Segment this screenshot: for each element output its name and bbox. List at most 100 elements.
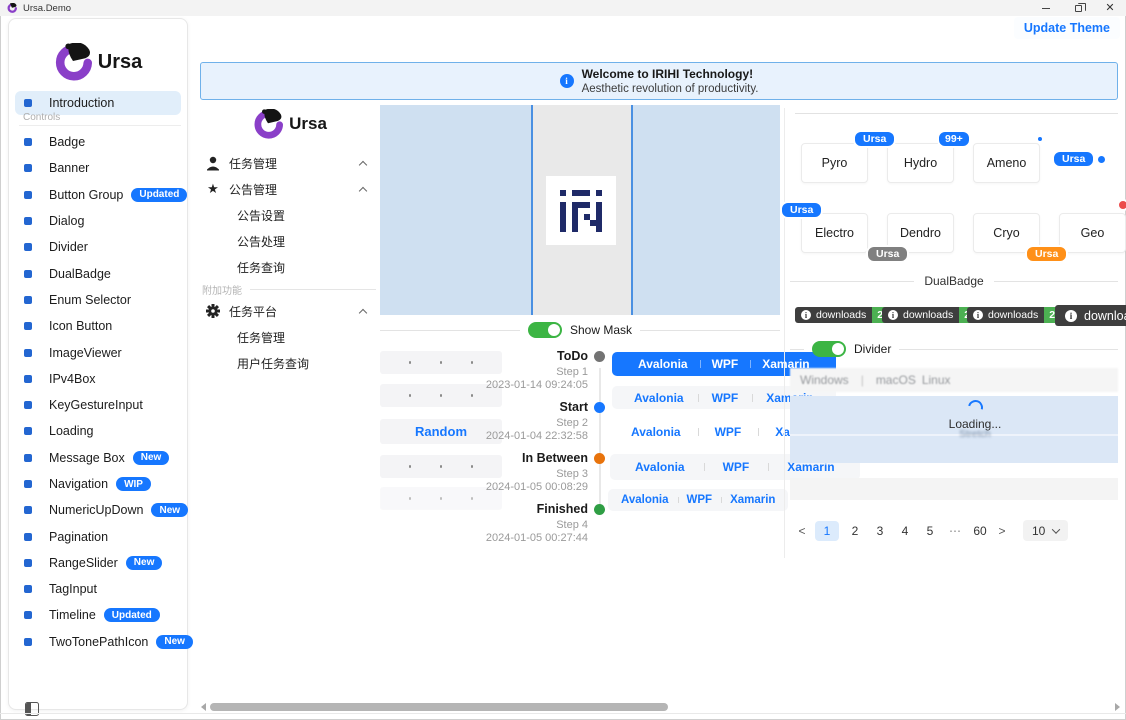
menu-item-user-task-query[interactable]: 用户任务查询: [200, 350, 380, 376]
sidebar-item[interactable]: Icon Button: [9, 313, 189, 339]
menu-item-label: 用户任务查询: [237, 355, 309, 372]
window-title: Ursa.Demo: [23, 3, 71, 14]
bullet-icon: [24, 480, 32, 488]
sidebar-item[interactable]: ImageViewer: [9, 339, 189, 365]
sidebar-item[interactable]: Banner: [9, 155, 189, 181]
button-wpf[interactable]: WPF: [678, 494, 722, 506]
sidebar-item[interactable]: Loading: [9, 418, 189, 444]
sidebar-item[interactable]: Badge: [9, 129, 189, 155]
card-label: Dendro: [900, 226, 941, 240]
sidebar-item[interactable]: TwoTonePathIcon New: [9, 629, 189, 655]
divider-toggle[interactable]: [812, 341, 846, 357]
timeline-status: Finished: [470, 502, 588, 517]
image-viewer[interactable]: [380, 105, 780, 315]
button-avalonia[interactable]: Avalonia: [614, 425, 698, 439]
dual-badge-label: downloads: [816, 309, 866, 321]
show-mask-label: Show Mask: [570, 323, 632, 337]
horizontal-scrollbar-thumb[interactable]: [210, 703, 668, 711]
button-wpf[interactable]: WPF: [700, 357, 751, 371]
button-xamarin[interactable]: Xamarin: [721, 494, 784, 506]
button-avalonia[interactable]: Avalonia: [616, 460, 704, 474]
page-4[interactable]: 4: [896, 521, 914, 541]
sidebar-item[interactable]: Enum Selector: [9, 287, 189, 313]
sidebar-item[interactable]: Divider: [9, 234, 189, 260]
sidebar-item[interactable]: DualBadge: [9, 260, 189, 286]
scroll-right-icon[interactable]: [1115, 703, 1120, 711]
close-button[interactable]: ✕: [1094, 0, 1126, 16]
red-badge: [1117, 199, 1126, 211]
sidebar-item-label: Pagination: [49, 530, 108, 544]
page-1-current[interactable]: 1: [815, 521, 839, 541]
page-3[interactable]: 3: [871, 521, 889, 541]
button-wpf[interactable]: WPF: [704, 460, 769, 474]
prev-page-button[interactable]: <: [796, 524, 808, 538]
button-group-compact: Avalonia WPF Xamarin: [608, 489, 788, 511]
sidebar-item-label: Navigation: [49, 477, 108, 491]
button-avalonia[interactable]: Avalonia: [612, 494, 678, 506]
sidebar-item[interactable]: Pagination: [9, 523, 189, 549]
button-avalonia[interactable]: Avalonia: [626, 357, 700, 371]
card-label: Ameno: [987, 156, 1027, 170]
menu-logo: Ursa: [200, 104, 380, 144]
dual-badge-label: downloads: [988, 309, 1038, 321]
info-icon: i: [888, 310, 898, 320]
title-bar: Ursa.Demo ✕: [0, 0, 1126, 16]
menu-item-task-platform[interactable]: 任务平台: [200, 298, 380, 324]
person-icon: [206, 156, 220, 170]
sidebar-item-label: Message Box: [49, 451, 125, 465]
sidebar-item-label: KeyGestureInput: [49, 398, 143, 412]
chevron-down-icon: [1052, 525, 1060, 533]
menu-item-task-query[interactable]: 任务查询: [200, 254, 380, 280]
sidebar-item-badge: New: [151, 503, 188, 517]
sidebar-item-label: Badge: [49, 135, 85, 149]
menu-item-task-management-sub[interactable]: 任务管理: [200, 324, 380, 350]
sidebar-item[interactable]: RangeSlider New: [9, 550, 189, 576]
sidebar-item-label: TagInput: [49, 582, 97, 596]
maximize-button[interactable]: [1062, 0, 1094, 16]
card-label: Hydro: [904, 156, 937, 170]
sidebar-item[interactable]: Dialog: [9, 208, 189, 234]
page-60[interactable]: 60: [971, 521, 989, 541]
sidebar-item[interactable]: Message Box New: [9, 445, 189, 471]
card-label: Cryo: [993, 226, 1019, 240]
button-wpf[interactable]: WPF: [698, 425, 759, 439]
next-page-button[interactable]: >: [996, 524, 1008, 538]
scroll-left-icon[interactable]: [201, 703, 206, 711]
update-theme-button[interactable]: Update Theme: [1014, 17, 1120, 39]
app-window: Ursa.Demo ✕ Ursa Introduction Controls B…: [0, 0, 1126, 720]
show-mask-toggle[interactable]: [528, 322, 562, 338]
sidebar-item[interactable]: Button Group Updated: [9, 182, 189, 208]
sidebar-item[interactable]: TagInput: [9, 576, 189, 602]
sidebar-item[interactable]: IPv4Box: [9, 366, 189, 392]
sidebar-item[interactable]: Timeline Updated: [9, 602, 189, 628]
octet-separator: [440, 465, 443, 468]
sidebar-item-label: Button Group: [49, 188, 123, 202]
page-size-select[interactable]: 10: [1023, 520, 1068, 541]
sidebar-item[interactable]: NumericUpDown New: [9, 497, 189, 523]
sidebar-item[interactable]: KeyGestureInput: [9, 392, 189, 418]
viewer-mask-left: [380, 105, 531, 315]
divider-line: [790, 349, 804, 350]
menu-item-notice-settings[interactable]: 公告设置: [200, 202, 380, 228]
page-5[interactable]: 5: [921, 521, 939, 541]
sidebar-item-badge: New: [156, 635, 193, 649]
info-icon: i: [973, 310, 983, 320]
page-size-value: 10: [1032, 524, 1045, 538]
timeline-dot: [594, 402, 605, 413]
bullet-icon: [24, 375, 32, 383]
menu-item-notice-process[interactable]: 公告处理: [200, 228, 380, 254]
menu-item-task-management[interactable]: 任务管理: [200, 150, 380, 176]
close-icon: ✕: [1105, 3, 1114, 14]
divider-demo: Divider: [790, 341, 1118, 357]
sidebar-item[interactable]: Navigation WIP: [9, 471, 189, 497]
ursa-logo-icon: [54, 43, 92, 81]
menu-item-notice-management[interactable]: ★ 公告管理: [200, 176, 380, 202]
sidebar-item-label: Dialog: [49, 214, 84, 228]
button-wpf[interactable]: WPF: [698, 391, 753, 405]
timeline-dot: [594, 453, 605, 464]
button-avalonia[interactable]: Avalonia: [620, 391, 698, 405]
menu-item-label: 公告设置: [237, 207, 285, 224]
banner-subtitle: Aesthetic revolution of productivity.: [582, 82, 759, 96]
page-2[interactable]: 2: [846, 521, 864, 541]
minimize-button[interactable]: [1030, 0, 1062, 16]
